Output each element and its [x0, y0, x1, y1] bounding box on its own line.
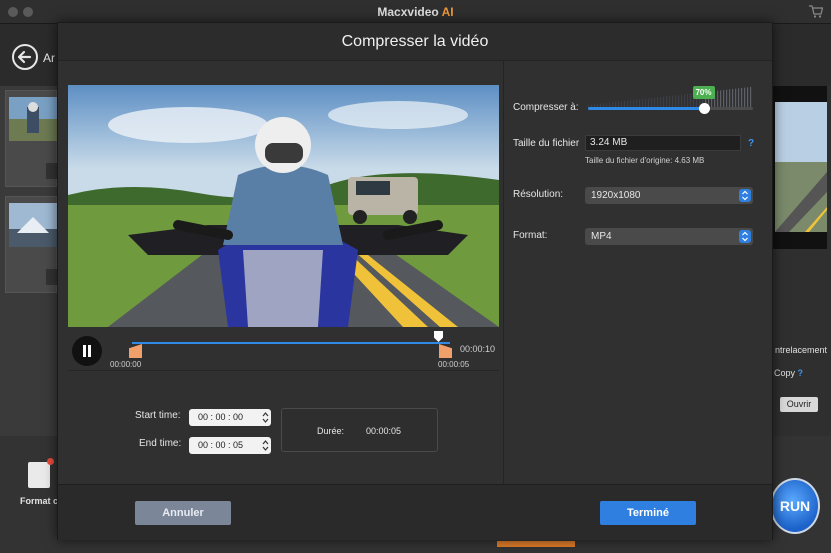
- copy-option[interactable]: Copy ?: [774, 368, 803, 378]
- back-button[interactable]: [12, 44, 38, 70]
- start-time-label: Start time:: [135, 410, 181, 421]
- duration-value: 00:00:05: [366, 426, 402, 436]
- slider-fill: [588, 107, 704, 110]
- resolution-label: Résolution:: [513, 189, 564, 200]
- dialog-footer: Annuler Terminé: [58, 484, 772, 540]
- app-name-accent: AI: [441, 5, 454, 19]
- stepper-icon[interactable]: [262, 411, 269, 424]
- playhead[interactable]: [434, 331, 443, 342]
- filesize-help-icon[interactable]: ?: [748, 138, 754, 149]
- dialog-title: Compresser la vidéo: [341, 33, 489, 50]
- copy-label: Copy: [774, 368, 796, 378]
- format-setting-label: Format:: [513, 230, 548, 241]
- format-select[interactable]: MP4: [585, 228, 753, 245]
- compress-label: Compresser à:: [513, 102, 579, 113]
- trim-start-time: 00:00:00: [110, 360, 142, 369]
- stepper-icon[interactable]: [262, 439, 269, 452]
- compress-dialog: Compresser la vidéo 00:00:00 00:00:05 00…: [57, 22, 773, 540]
- app-window: Macxvideo AI Ar ntrelacement Copy ? Ouvr…: [0, 0, 831, 553]
- interlace-label: ntrelacement: [775, 345, 828, 355]
- pause-button[interactable]: [72, 336, 102, 366]
- video-preview: [68, 85, 499, 327]
- title-bar: Macxvideo AI: [0, 0, 831, 24]
- filesize-input[interactable]: 3.24 MB: [585, 135, 741, 151]
- slider-knob[interactable]: [698, 103, 710, 114]
- start-time-value: 00 : 00 : 00: [198, 412, 244, 422]
- format-label: Format c: [20, 496, 59, 506]
- preview-thumbnail: [773, 86, 827, 249]
- back-label: Ar: [43, 51, 55, 65]
- end-time-value: 00 : 00 : 05: [198, 440, 244, 450]
- done-button[interactable]: Terminé: [600, 501, 696, 525]
- progress-indicator: [497, 541, 575, 547]
- run-button[interactable]: RUN: [770, 478, 820, 534]
- cancel-button[interactable]: Annuler: [135, 501, 231, 525]
- duration-box: Durée: 00:00:05: [281, 408, 438, 452]
- player-divider: [68, 370, 499, 371]
- trim-start-handle[interactable]: [129, 344, 142, 358]
- start-time-input[interactable]: 00 : 00 : 00: [189, 409, 271, 426]
- end-time-input[interactable]: 00 : 00 : 05: [189, 437, 271, 454]
- format-value: MP4: [591, 231, 612, 242]
- trim-end-time: 00:00:05: [438, 360, 470, 369]
- end-time-label: End time:: [139, 438, 182, 449]
- dialog-header: Compresser la vidéo: [58, 23, 772, 61]
- timeline-track[interactable]: [132, 342, 450, 344]
- duration-label: Durée:: [317, 426, 345, 436]
- compress-slider[interactable]: 70%: [588, 85, 753, 115]
- video-thumbnail: [9, 203, 57, 247]
- format-icon[interactable]: [28, 458, 54, 488]
- original-filesize: Taille du fichier d'origine: 4.63 MB: [585, 156, 705, 165]
- trim-end-handle[interactable]: [439, 344, 452, 358]
- chevron-updown-icon: [739, 230, 751, 243]
- video-thumbnail: [9, 97, 57, 141]
- resolution-select[interactable]: 1920x1080: [585, 187, 753, 204]
- total-time: 00:00:10: [460, 344, 496, 354]
- file-thumbnail-1[interactable]: [5, 90, 58, 187]
- resolution-value: 1920x1080: [591, 190, 641, 201]
- app-name: Macxvideo: [377, 5, 439, 19]
- compress-percent-badge: 70%: [692, 86, 715, 99]
- filesize-label: Taille du fichier: [513, 138, 580, 149]
- cart-icon[interactable]: [809, 5, 823, 18]
- arrow-left-icon: [17, 50, 32, 64]
- chevron-updown-icon: [739, 189, 751, 202]
- file-thumbnail-2[interactable]: [5, 196, 58, 293]
- copy-help-icon[interactable]: ?: [798, 368, 804, 378]
- window-title: Macxvideo AI: [0, 5, 831, 19]
- preview-image: [775, 102, 827, 232]
- panel-divider: [503, 61, 504, 484]
- open-button[interactable]: Ouvrir: [780, 397, 818, 412]
